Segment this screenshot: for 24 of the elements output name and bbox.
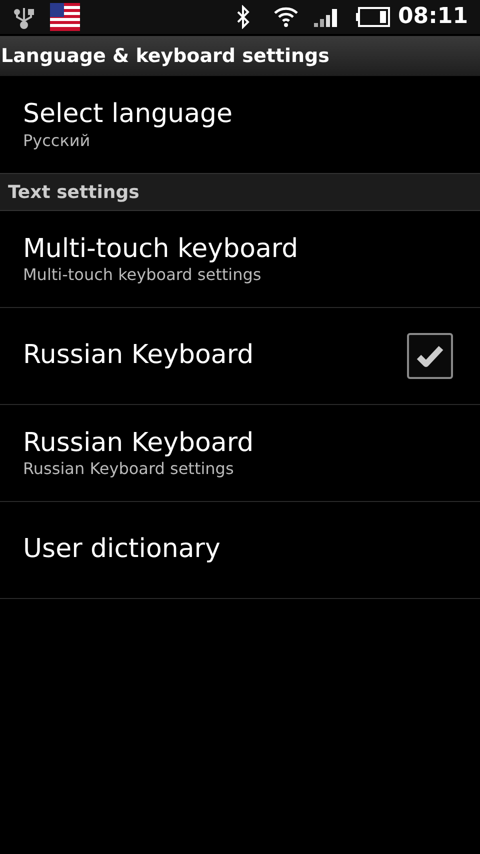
- item-summary: Multi-touch keyboard settings: [23, 265, 262, 284]
- screen-title: Language & keyboard settings: [1, 44, 330, 69]
- wifi-icon: [274, 6, 298, 28]
- clock: 08:11: [398, 6, 468, 28]
- battery-icon: [356, 7, 390, 27]
- flag-icon: [50, 3, 80, 31]
- item-title: User dictionary: [23, 534, 222, 566]
- item-summary: Russian Keyboard settings: [23, 459, 235, 478]
- settings-item[interactable]: Russian Keyboard: [0, 308, 480, 405]
- item-title: Multi-touch keyboard: [23, 234, 300, 265]
- item-title: Select language: [23, 99, 234, 130]
- item-title: Russian Keyboard: [23, 340, 255, 372]
- settings-item[interactable]: Select language Русский: [0, 76, 480, 173]
- settings-item[interactable]: User dictionary: [0, 502, 480, 599]
- settings-item[interactable]: Russian Keyboard Russian Keyboard settings: [0, 405, 480, 502]
- usb-icon: [14, 5, 34, 29]
- signal-icon: [314, 7, 340, 27]
- item-summary: Русский: [23, 130, 92, 150]
- bluetooth-icon: [236, 5, 250, 29]
- checkbox[interactable]: [407, 333, 453, 379]
- category-header: Text settings: [8, 180, 140, 204]
- settings-item[interactable]: Multi-touch keyboard Multi-touch keyboard settings: [0, 211, 480, 308]
- item-title: Russian Keyboard: [23, 428, 255, 459]
- check-icon: [415, 344, 445, 368]
